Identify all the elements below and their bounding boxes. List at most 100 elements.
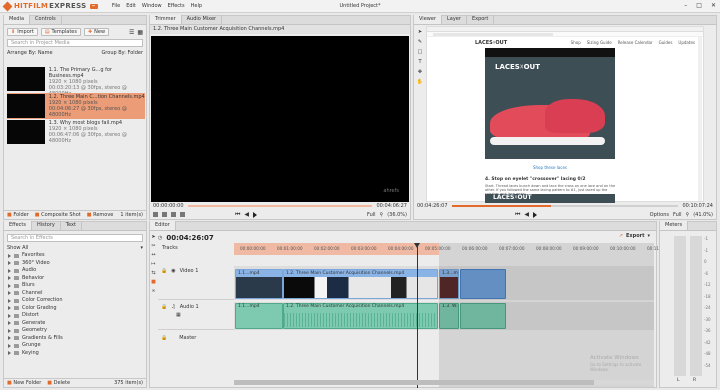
roll-tool-icon[interactable]: ⇆	[151, 270, 155, 276]
close-icon[interactable]: ✕	[711, 2, 716, 9]
list-view-icon[interactable]: ☰	[129, 29, 134, 36]
menu-item-help[interactable]: Help	[191, 3, 202, 9]
in-point-icon[interactable]	[153, 212, 158, 217]
text-tool-icon[interactable]: T	[418, 59, 421, 65]
step-back-icon[interactable]: ◀	[524, 211, 529, 218]
new-button[interactable]: ✚ New	[83, 28, 110, 36]
video-clip-selected[interactable]: 1.2. Three Main Customer Acquisition Cha…	[283, 269, 438, 299]
play-icon[interactable]	[533, 211, 538, 218]
expand-arrow-icon[interactable]	[8, 351, 11, 356]
minimize-icon[interactable]: –	[684, 2, 687, 9]
lock-icon[interactable]: 🔒	[161, 304, 167, 310]
move-tool-icon[interactable]: ✥	[418, 69, 422, 75]
play-icon[interactable]	[253, 211, 258, 218]
timeline-scroll-thumb[interactable]	[234, 380, 594, 385]
tab-meters[interactable]: Meters	[660, 221, 689, 230]
viewer-options-dropdown[interactable]: Options	[650, 212, 669, 218]
effects-category[interactable]: Color Correction	[4, 297, 146, 305]
maximize-icon[interactable]: □	[696, 2, 702, 9]
effects-category[interactable]: Gradients & Fills	[4, 335, 146, 343]
effects-category[interactable]: Blurs	[4, 282, 146, 290]
lock-icon[interactable]: 🔒	[161, 268, 167, 274]
effects-category[interactable]: Audio	[4, 267, 146, 275]
effects-category[interactable]: Channel	[4, 290, 146, 298]
chevron-down-icon[interactable]: ▾	[647, 233, 650, 239]
export-button[interactable]: Export	[626, 233, 645, 239]
out-point-icon[interactable]	[162, 212, 167, 217]
expand-arrow-icon[interactable]	[8, 336, 11, 341]
select-tool-icon[interactable]: ➤	[418, 29, 422, 35]
viewer-scrollbar[interactable]	[698, 37, 702, 201]
tab-media[interactable]: Media	[4, 15, 31, 24]
chevron-down-icon[interactable]: ▾	[140, 245, 143, 251]
arrange-dropdown[interactable]: Arrange By: Name	[7, 50, 53, 56]
lock-icon[interactable]: 🔒	[161, 335, 167, 341]
ripple-tool-icon[interactable]: ↦	[151, 261, 155, 267]
expand-arrow-icon[interactable]	[8, 291, 11, 296]
tab-trimmer[interactable]: Trimmer	[150, 15, 182, 24]
step-back-icon[interactable]: ◀	[244, 211, 249, 218]
expand-arrow-icon[interactable]	[8, 253, 11, 258]
expand-arrow-icon[interactable]	[8, 276, 11, 281]
expand-arrow-icon[interactable]	[8, 298, 11, 303]
editor-timecode[interactable]: 00:04:26:07	[166, 234, 213, 242]
tab-layer[interactable]: Layer	[442, 15, 467, 24]
mute-icon[interactable]: ▦	[158, 312, 234, 318]
hand-tool-icon[interactable]: ✋	[417, 79, 423, 85]
media-item[interactable]: 1.3. Why most blogs fail.mp4 1920 × 1080…	[7, 120, 145, 144]
playhead-handle[interactable]	[414, 243, 420, 248]
tab-export[interactable]: Export	[467, 15, 495, 24]
composite-shot-button[interactable]: ■ Composite Shot	[35, 212, 81, 218]
remove-button[interactable]: ■ Remove	[87, 212, 114, 218]
insert-icon[interactable]	[171, 212, 176, 217]
expand-arrow-icon[interactable]	[8, 268, 11, 273]
trimmer-zoom[interactable]: (36.0%)	[387, 212, 407, 218]
effects-category[interactable]: Grunge	[4, 342, 146, 350]
tab-effects[interactable]: Effects	[4, 221, 32, 230]
tab-text[interactable]: Text	[61, 221, 82, 230]
select-tool-icon[interactable]: ➤	[151, 234, 155, 240]
tab-editor[interactable]: Editor	[150, 221, 176, 230]
media-search-input[interactable]: Search in Project Media	[7, 39, 143, 47]
tab-viewer[interactable]: Viewer	[414, 15, 442, 24]
zoom-icon[interactable]: ⚲	[380, 212, 384, 218]
expand-arrow-icon[interactable]	[8, 313, 11, 318]
expand-arrow-icon[interactable]	[8, 328, 11, 333]
effects-category[interactable]: Keying	[4, 350, 146, 358]
menu-item-file[interactable]: File	[112, 3, 120, 9]
effects-search-input[interactable]: Search in Effects	[7, 234, 143, 242]
effects-category[interactable]: Favorites	[4, 252, 146, 260]
audio-clip-selected[interactable]: 1.2. Three Main Customer Acquisition Cha…	[283, 303, 438, 329]
zoom-icon[interactable]: ⚲	[686, 212, 690, 218]
video-clip[interactable]: 1.1...mp4	[235, 269, 283, 299]
expand-arrow-icon[interactable]	[8, 306, 11, 311]
link-icon[interactable]: ∞	[151, 288, 155, 294]
menu-item-effects[interactable]: Effects	[168, 3, 185, 9]
skip-back-icon[interactable]: ⏮	[235, 211, 240, 219]
templates-button[interactable]: ▤ Templates	[40, 28, 81, 36]
effects-category[interactable]: Generate	[4, 320, 146, 328]
import-button[interactable]: ⬇ Import	[7, 28, 38, 36]
effects-category[interactable]: Geometry	[4, 327, 146, 335]
effects-category[interactable]: Color Grading	[4, 305, 146, 313]
playhead[interactable]	[414, 243, 420, 388]
menu-item-edit[interactable]: Edit	[126, 3, 136, 9]
slip-tool-icon[interactable]: ↔	[151, 252, 155, 258]
grid-view-icon[interactable]: ▦	[137, 29, 143, 36]
skip-back-icon[interactable]: ⏮	[515, 211, 520, 219]
trimmer-scrub-bar[interactable]	[187, 205, 373, 207]
media-item[interactable]: 1.1. The Primary G...g for Business.mp4 …	[7, 67, 145, 97]
viewer-zoom[interactable]: (41.0%)	[693, 212, 713, 218]
trimmer-quality-dropdown[interactable]: Full	[367, 212, 376, 218]
effects-category[interactable]: Behavior	[4, 275, 146, 283]
slice-tool-icon[interactable]: ✂	[151, 243, 155, 249]
overlay-icon[interactable]	[180, 212, 185, 217]
menu-item-window[interactable]: Window	[142, 3, 162, 9]
media-item-selected[interactable]: 1.2. Three Main C...tion Channels.mp4 19…	[7, 93, 145, 119]
timeline-ruler[interactable]: 00:00:00:00 00:01:00:00 00:02:00:00 00:03:0…	[234, 243, 673, 255]
snap-icon[interactable]: ■	[151, 279, 156, 285]
new-folder-button[interactable]: ■ New Folder	[7, 380, 41, 386]
shape-tool-icon[interactable]: □	[418, 49, 423, 55]
delete-button[interactable]: ■ Delete	[47, 380, 70, 386]
folder-button[interactable]: ■ Folder	[7, 212, 29, 218]
